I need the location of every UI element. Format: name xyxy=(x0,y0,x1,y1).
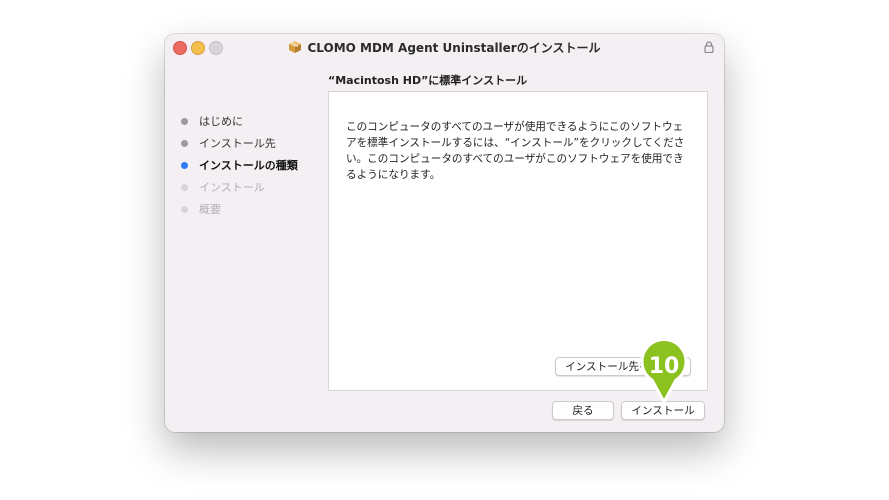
window-title: CLOMO MDM Agent Uninstallerのインストール xyxy=(307,40,601,55)
step-dot-icon xyxy=(181,117,188,125)
pane-heading: “Macintosh HD”に標準インストール xyxy=(328,74,528,87)
step-label: インストール xyxy=(199,181,265,194)
back-button[interactable]: 戻る xyxy=(552,401,614,420)
sidebar-step-summary: 概要 xyxy=(181,198,298,220)
step-label: はじめに xyxy=(199,115,243,128)
sidebar-step-destination: インストール先 xyxy=(181,132,298,154)
close-window-button[interactable] xyxy=(173,41,187,55)
sidebar-step-installation-type: インストールの種類 xyxy=(181,154,298,176)
step-dot-icon xyxy=(181,139,188,147)
step-dot-icon xyxy=(181,161,188,169)
description-text: このコンピュータのすべてのユーザが使用できるようにこのソフトウェアを標準インスト… xyxy=(346,121,685,181)
sidebar-step-introduction: はじめに xyxy=(181,110,298,132)
step-dot-icon xyxy=(181,205,188,213)
step-marker-number: 10 xyxy=(649,354,680,379)
zoom-window-button[interactable] xyxy=(209,41,223,55)
step-label: インストール先 xyxy=(199,137,276,150)
step-marker-pin-icon: 10 xyxy=(640,340,688,404)
lock-icon xyxy=(704,41,714,53)
title-bar: CLOMO MDM Agent Uninstallerのインストール xyxy=(165,34,724,60)
step-label: インストールの種類 xyxy=(199,159,298,172)
minimize-window-button[interactable] xyxy=(191,41,205,55)
package-icon xyxy=(289,41,302,53)
window-title-group: CLOMO MDM Agent Uninstallerのインストール xyxy=(288,39,601,56)
step-sidebar: はじめに インストール先 インストールの種類 インストール 概要 xyxy=(181,110,298,220)
sidebar-step-installation: インストール xyxy=(181,176,298,198)
step-dot-icon xyxy=(181,183,188,191)
step-label: 概要 xyxy=(199,203,221,216)
